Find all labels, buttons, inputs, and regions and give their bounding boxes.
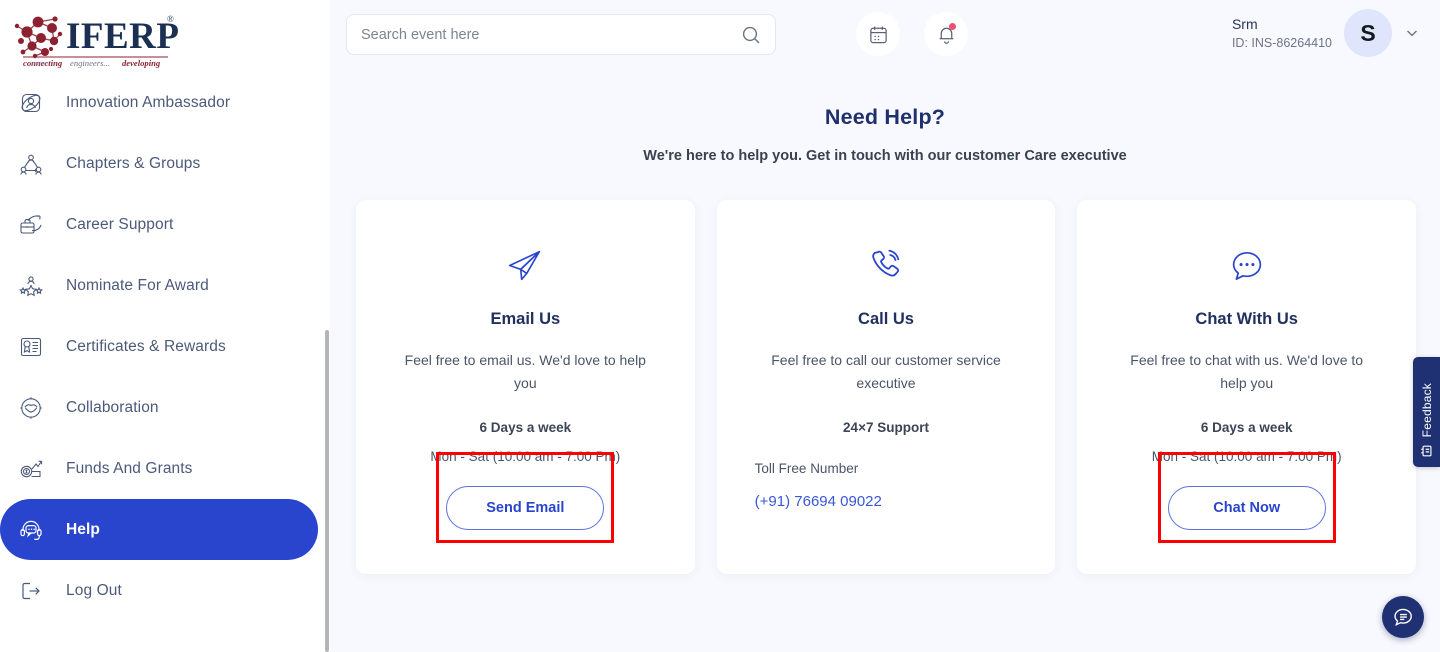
chat-bubble-dots-icon [1226,244,1268,288]
sidebar-item-career-support[interactable]: Career Support [0,194,318,255]
card-hours-primary: 24×7 Support [843,420,929,436]
help-cards: Email Us Feel free to email us. We'd lov… [356,200,1417,574]
chat-support-fab[interactable] [1382,596,1424,638]
sidebar-item-help[interactable]: Help [0,499,318,560]
sidebar-item-innovation-ambassador[interactable]: Innovation Ambassador [0,72,318,133]
help-headset-icon [14,513,48,547]
calendar-icon [869,26,887,43]
sidebar: IFERP ® connecting engineers... developi… [0,0,330,652]
notification-badge-dot [949,23,956,30]
search-box[interactable] [346,14,776,55]
toll-free-number[interactable]: (+91) 76694 09022 [717,493,882,510]
card-call-us: Call Us Feel free to call our customer s… [716,200,1056,574]
sidebar-item-certificates-rewards[interactable]: Certificates & Rewards [0,316,318,377]
sidebar-item-label: Innovation Ambassador [66,93,231,111]
card-email-us: Email Us Feel free to email us. We'd lov… [356,200,695,574]
sidebar-scrollbar-thumb[interactable] [325,330,329,652]
card-description: Feel free to chat with us. We'd love to … [1130,352,1364,391]
user-name: Srm [1231,15,1258,32]
card-hours-secondary: Mon - Sat (10:00 am - 7:00 Pm) [1151,449,1342,465]
page-title: Need Help? [824,105,946,129]
card-title: Call Us [858,310,914,328]
sidebar-item-label: Career Support [66,215,174,233]
feedback-tab-label: Feedback [1419,382,1434,437]
notification-button[interactable] [924,12,968,56]
card-chat-with-us: Chat With Us Feel free to chat with us. … [1077,200,1417,574]
card-description: Feel free to call our customer service e… [771,352,1001,391]
sidebar-item-label: Help [66,520,100,538]
sidebar-item-label: Nominate For Award [66,276,209,294]
card-hours-secondary: Mon - Sat (10:00 am - 7:00 Pm) [430,449,621,465]
card-title: Email Us [490,310,561,328]
user-menu[interactable]: Srm ID: INS-86264410 S [1232,9,1420,57]
card-hours-primary: 6 Days a week [479,420,572,436]
sidebar-item-nominate-for-award[interactable]: Nominate For Award [0,255,318,316]
phone-ring-icon [865,244,907,288]
card-hours-primary: 6 Days a week [1200,420,1293,436]
app-root: IFERP ® connecting engineers... developi… [0,0,1440,652]
logout-icon [14,574,48,608]
chevron-down-icon[interactable] [1404,25,1420,41]
sidebar-item-funds-and-grants[interactable]: Funds And Grants [0,438,318,499]
main-content: Need Help? We're here to help you. Get i… [330,69,1440,652]
chat-now-button[interactable]: Chat Now [1167,486,1326,531]
card-cta-wrap: Send Email [436,452,615,544]
svg-text:IFERP: IFERP [66,16,180,57]
page-subtitle: We're here to help you. Get in touch wit… [643,148,1127,164]
paper-plane-icon [504,244,546,288]
sidebar-item-collaboration[interactable]: Collaboration [0,377,318,438]
certificates-rewards-icon [14,330,48,364]
topbar: Srm ID: INS-86264410 S [330,0,1440,69]
calendar-button[interactable] [856,12,900,56]
sidebar-item-chapters-groups[interactable]: Chapters & Groups [0,133,318,194]
funds-grants-icon [14,452,48,486]
search-icon[interactable] [741,25,761,45]
sidebar-nav-list: Innovation Ambassador Chapters & Groups … [0,72,330,621]
feedback-form-icon [1420,444,1434,458]
chat-support-icon [1394,608,1412,626]
sidebar-item-label: Log Out [66,581,122,599]
card-title: Chat With Us [1195,310,1298,328]
sidebar-scroll-area[interactable]: Innovation Ambassador Chapters & Groups … [0,72,330,652]
innovation-ambassador-icon [14,86,48,120]
send-email-button[interactable]: Send Email [446,486,605,531]
career-support-icon [14,208,48,242]
collaboration-icon [14,391,48,425]
user-id: ID: INS-86264410 [1231,36,1332,51]
sidebar-item-label: Chapters & Groups [66,154,201,172]
nominate-award-icon [14,269,48,303]
svg-text:®: ® [167,14,174,24]
content-area: Srm ID: INS-86264410 S Need Help? We're … [330,0,1440,652]
avatar[interactable]: S [1344,9,1392,57]
card-description: Feel free to email us. We'd love to help… [404,352,646,391]
search-input[interactable] [361,26,741,43]
sidebar-item-label: Funds And Grants [66,459,193,477]
sidebar-item-label: Collaboration [66,398,159,416]
sidebar-item-log-out[interactable]: Log Out [0,560,318,621]
chapters-groups-icon [14,147,48,181]
feedback-tab[interactable]: Feedback [1413,357,1440,467]
toll-free-label: Toll Free Number [754,461,859,477]
card-cta-wrap: Chat Now [1157,452,1336,544]
user-info: Srm ID: INS-86264410 [1232,14,1332,52]
sidebar-item-label: Certificates & Rewards [66,337,226,355]
